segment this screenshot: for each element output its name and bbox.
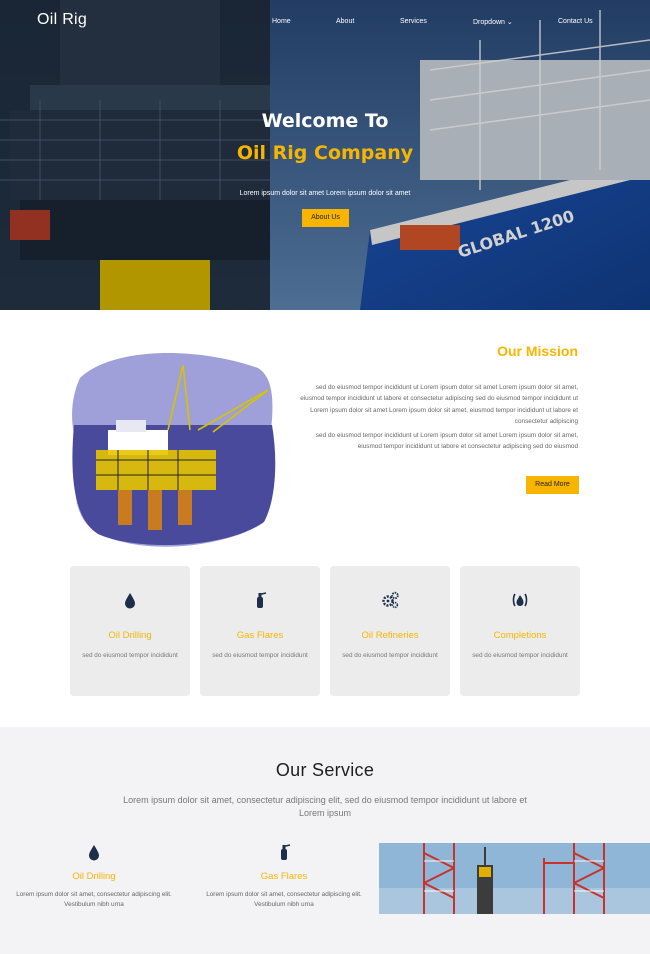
about-us-button[interactable]: About Us [302,209,349,227]
service-item-title: Gas Flares [260,871,308,882]
fire-extinguisher-icon [257,592,267,608]
hero-banner: GLOBAL 1200 Oil Rig Home About Services … [0,0,650,310]
mission-title: Our Mission [497,343,578,359]
nav-home[interactable]: Home [272,18,291,25]
chevron-down-icon: ⌄ [506,19,513,26]
offshore-platform-illustration [72,353,276,547]
oil-drop-icon [125,593,135,609]
feature-desc: sed do eiusmod tempor incididunt [342,652,438,659]
nav-dropdown-label: Dropdown [473,19,505,26]
feature-title: Completions [493,630,547,641]
hero-company-name: Oil Rig Company [236,142,414,164]
feature-title: Oil Refineries [361,630,419,641]
feature-desc: sed do eiusmod tempor incididunt [82,652,178,659]
feature-title: Oil Drilling [108,630,152,641]
service-item-gas-flares[interactable]: Gas Flares Lorem ipsum dolor sit amet, c… [194,843,374,910]
feature-card-oil-drilling[interactable]: Oil Drilling sed do eiusmod tempor incid… [70,566,190,696]
fire-extinguisher-icon [281,844,291,860]
hero-title: Welcome To [261,110,389,132]
read-more-button[interactable]: Read More [526,476,579,494]
feature-title: Gas Flares [236,630,284,641]
mission-text: sed do eiusmod tempor incididunt ut Lore… [290,382,578,453]
service-item-oil-drilling[interactable]: Oil Drilling Lorem ipsum dolor sit amet,… [4,843,184,910]
feature-card-oil-refineries[interactable]: Oil Refineries sed do eiusmod tempor inc… [330,566,450,696]
service-item-title: Oil Drilling [72,871,116,882]
nav-contact[interactable]: Contact Us [558,18,593,25]
hero-subtitle: Lorem ipsum dolor sit amet Lorem ipsum d… [239,190,411,197]
oil-drop-icon [89,845,99,861]
nav-services[interactable]: Services [400,18,427,25]
service-title: Our Service [275,760,375,780]
nav-dropdown[interactable]: Dropdown ⌄ [473,18,513,26]
main-nav: Home About Services Dropdown ⌄ Contact U… [0,18,650,32]
drilling-towers-image [379,843,650,914]
feature-desc: sed do eiusmod tempor incididunt [212,652,308,659]
feature-card-gas-flares[interactable]: Gas Flares sed do eiusmod tempor incidid… [200,566,320,696]
mission-paragraph-2: sed do eiusmod tempor incididunt ut Lore… [315,432,578,451]
gears-icon [382,591,399,609]
flame-icon [512,593,528,607]
service-item-desc: Lorem ipsum dolor sit amet, consectetur … [16,891,172,908]
nav-about[interactable]: About [336,18,354,25]
service-section: Our Service Lorem ipsum dolor sit amet, … [0,727,650,954]
service-subtitle: Lorem ipsum dolor sit amet, consectetur … [123,795,527,818]
feature-desc: sed do eiusmod tempor incididunt [472,652,568,659]
mission-paragraph-1: sed do eiusmod tempor incididunt ut Lore… [300,384,578,425]
feature-card-completions[interactable]: Completions sed do eiusmod tempor incidi… [460,566,580,696]
service-item-desc: Lorem ipsum dolor sit amet, consectetur … [206,891,362,908]
